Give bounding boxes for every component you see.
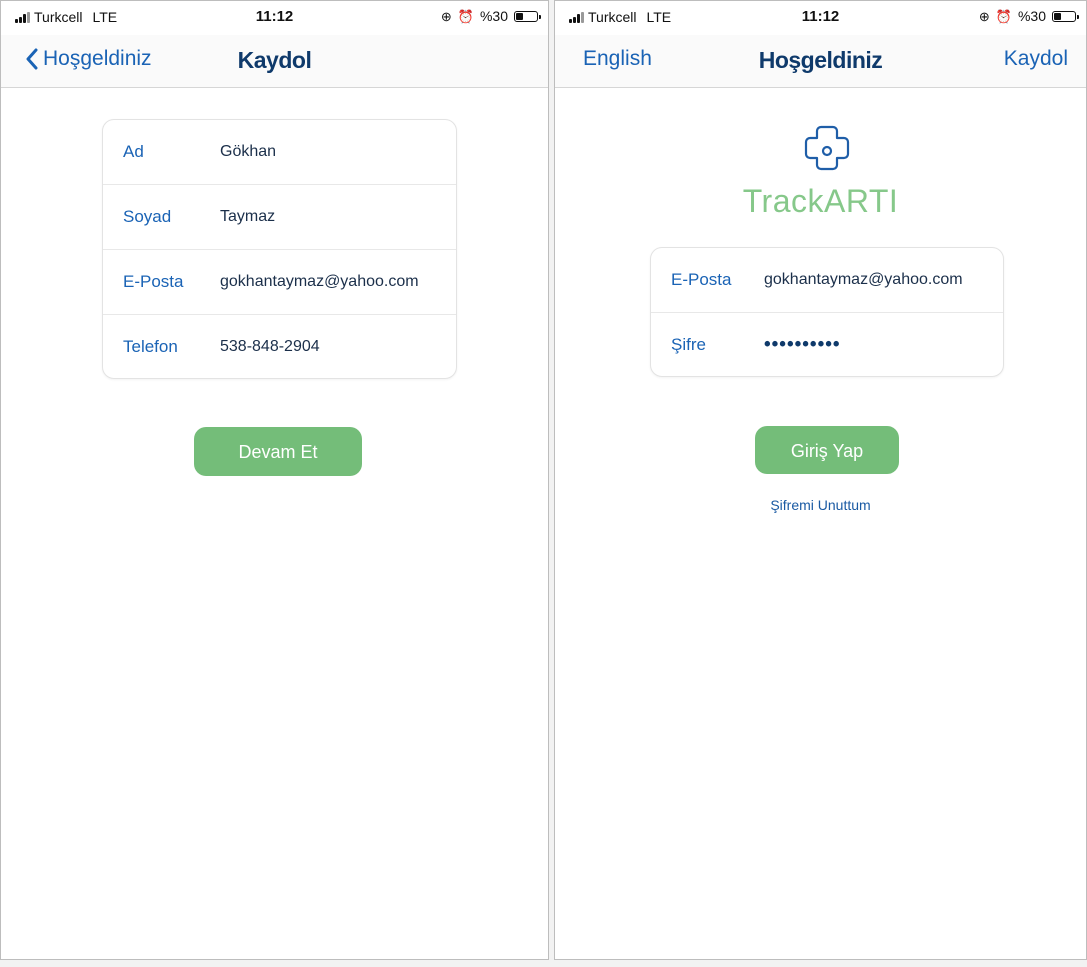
last-name-row: Soyad Taymaz bbox=[103, 185, 456, 250]
rotation-lock-icon: ⊕ bbox=[440, 8, 452, 24]
email-row: E-Posta gokhantaymaz@yahoo.com bbox=[651, 248, 1003, 313]
navigation-bar: Hoşgeldiniz Kaydol bbox=[1, 35, 548, 88]
first-name-row: Ad Gökhan bbox=[103, 120, 456, 185]
login-screen: Turkcell LTE 11:12 ⊕ ⏰ %30 English Hoşge… bbox=[554, 0, 1087, 960]
login-button[interactable]: Giriş Yap bbox=[755, 426, 899, 474]
last-name-label: Soyad bbox=[123, 207, 172, 226]
email-field[interactable]: gokhantaymaz@yahoo.com bbox=[764, 271, 963, 289]
signup-form: Ad Gökhan Soyad Taymaz E-Posta gokhantay… bbox=[102, 119, 457, 379]
alarm-icon: ⏰ bbox=[995, 8, 1012, 24]
screenshot-stage: Turkcell LTE 11:12 ⊕ ⏰ %30 Hoşgeldiniz K… bbox=[0, 0, 1087, 967]
last-name-field[interactable]: Taymaz bbox=[220, 208, 275, 226]
status-bar: Turkcell LTE 11:12 ⊕ ⏰ %30 bbox=[1, 1, 548, 35]
continue-button[interactable]: Devam Et bbox=[194, 427, 362, 476]
page-title: Kaydol bbox=[237, 47, 312, 73]
email-label: E-Posta bbox=[123, 272, 184, 291]
email-row: E-Posta gokhantaymaz@yahoo.com bbox=[103, 250, 456, 315]
brand-name: TrackARTI bbox=[742, 183, 899, 219]
battery-icon bbox=[1052, 10, 1079, 22]
phone-field[interactable]: 538-848-2904 bbox=[220, 338, 320, 356]
phone-row: Telefon 538-848-2904 bbox=[103, 315, 456, 378]
alarm-icon: ⏰ bbox=[457, 8, 474, 24]
login-form: E-Posta gokhantaymaz@yahoo.com Şifre •••… bbox=[650, 247, 1004, 377]
password-field[interactable]: •••••••••• bbox=[764, 334, 841, 356]
battery-percent: %30 bbox=[1017, 8, 1046, 24]
first-name-field[interactable]: Gökhan bbox=[220, 143, 276, 161]
battery-percent: %30 bbox=[479, 8, 508, 24]
phone-label: Telefon bbox=[123, 336, 178, 356]
trackarti-logo-icon bbox=[804, 125, 850, 171]
email-label: E-Posta bbox=[671, 270, 732, 289]
signup-button[interactable]: Kaydol bbox=[1004, 47, 1068, 71]
forgot-password-link[interactable]: Şifremi Unuttum bbox=[555, 497, 1086, 513]
signup-screen: Turkcell LTE 11:12 ⊕ ⏰ %30 Hoşgeldiniz K… bbox=[0, 0, 549, 960]
status-bar: Turkcell LTE 11:12 ⊕ ⏰ %30 bbox=[555, 1, 1086, 35]
first-name-label: Ad bbox=[123, 142, 144, 161]
battery-icon bbox=[514, 10, 541, 22]
password-row: Şifre •••••••••• bbox=[651, 313, 1003, 376]
password-label: Şifre bbox=[671, 334, 706, 354]
navigation-bar: English Hoşgeldiniz Kaydol bbox=[555, 35, 1086, 88]
rotation-lock-icon: ⊕ bbox=[978, 8, 990, 24]
email-field[interactable]: gokhantaymaz@yahoo.com bbox=[220, 273, 419, 291]
